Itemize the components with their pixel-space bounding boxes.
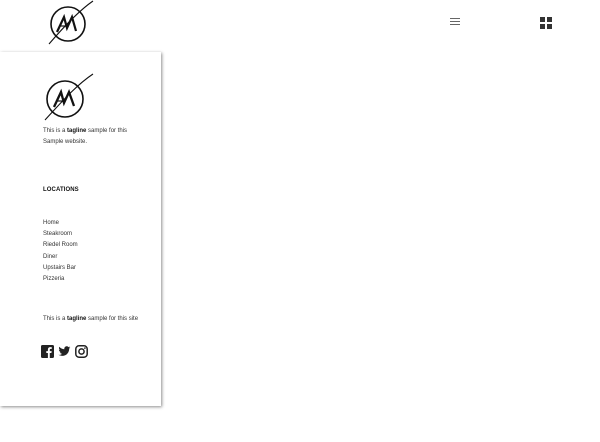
top-bar [0,0,600,48]
instagram-icon[interactable] [75,345,88,358]
nav-item-pizzeria[interactable]: Pizzeria [43,274,78,285]
nav-item-home[interactable]: Home [43,218,78,229]
facebook-icon[interactable] [41,345,54,358]
tagline-top: This is a tagline sample for this Sample… [43,128,128,145]
locations-nav: Home Steakroom Riedel Room Diner Upstair… [43,218,78,285]
nav-item-upstairs-bar[interactable]: Upstairs Bar [43,263,78,274]
hamburger-menu-icon[interactable] [450,18,460,27]
grid-view-icon[interactable] [540,17,552,29]
nav-item-riedel-room[interactable]: Riedel Room [43,240,78,251]
social-links [41,345,88,358]
sidebar-panel: This is a tagline sample for this Sample… [0,52,161,406]
nav-item-diner[interactable]: Diner [43,252,78,263]
twitter-icon[interactable] [58,345,71,358]
nav-item-steakroom[interactable]: Steakroom [43,229,78,240]
locations-heading: LOCATIONS [43,187,79,193]
am-logo-icon[interactable] [43,0,95,45]
am-logo-icon[interactable] [39,73,95,121]
tagline-bottom: This is a tagline sample for this site [43,316,139,322]
